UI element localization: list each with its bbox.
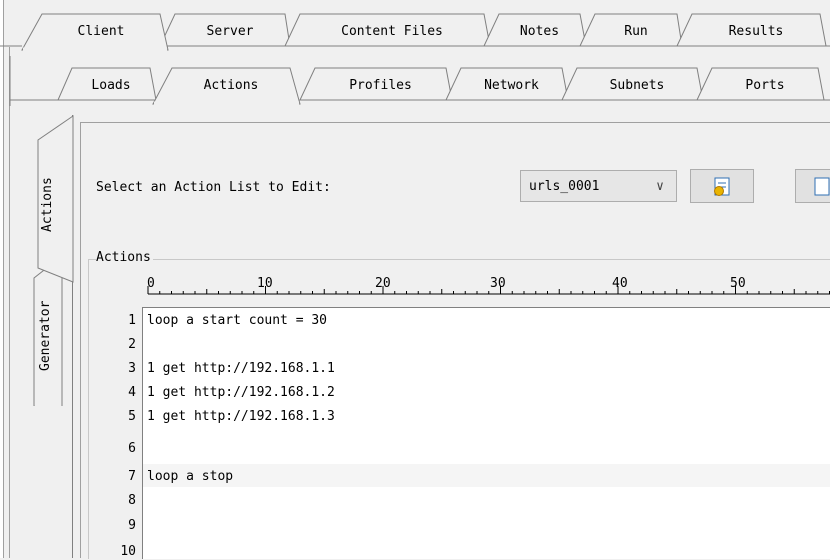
line-number: 9 <box>128 518 136 533</box>
ruler-label-40: 40 <box>612 276 628 291</box>
line-number: 8 <box>128 493 136 508</box>
new-action-list-button[interactable] <box>690 169 754 203</box>
select-action-list-label: Select an Action List to Edit: <box>96 180 331 195</box>
tab-network[interactable]: Network <box>461 68 562 102</box>
tab-subnets[interactable]: Subnets <box>577 68 697 102</box>
second-tab-row: Loads Actions Profiles Network Subnets P… <box>0 56 830 106</box>
chevron-down-icon: ∨ <box>656 178 664 194</box>
tab-content-files[interactable]: Content Files <box>300 14 484 48</box>
line-number: 5 <box>128 409 136 424</box>
new-action-list-icon <box>714 177 730 196</box>
line-number: 2 <box>128 337 136 352</box>
code-line[interactable]: 1 get http://192.168.1.1 <box>147 360 335 377</box>
tab-server[interactable]: Server <box>175 14 285 48</box>
tab-client[interactable]: Client <box>42 14 160 48</box>
line-number: 1 <box>128 313 136 328</box>
actions-group-label: Actions <box>96 250 153 265</box>
tab-results[interactable]: Results <box>692 14 820 48</box>
tab-notes[interactable]: Notes <box>499 14 580 48</box>
current-line-highlight <box>143 464 830 487</box>
tab-run[interactable]: Run <box>595 14 677 48</box>
line-number: 10 <box>120 544 136 559</box>
line-number: 7 <box>128 469 136 484</box>
action-editor[interactable] <box>142 307 830 559</box>
content-frame-left-2 <box>80 122 81 558</box>
edit-list-button[interactable] <box>795 169 830 203</box>
code-line[interactable]: 1 get http://192.168.1.3 <box>147 408 335 425</box>
content-frame-top <box>80 122 830 123</box>
ruler-label-30: 30 <box>490 276 506 291</box>
side-tab-strip: Actions Generator <box>10 106 74 558</box>
code-line[interactable]: 1 get http://192.168.1.2 <box>147 384 335 401</box>
ruler-label-0: 0 <box>147 276 155 291</box>
top-tab-row: Client Server Content Files Notes Run Re… <box>0 0 830 56</box>
tab-loads[interactable]: Loads <box>72 68 150 102</box>
action-list-dropdown[interactable]: urls_0001 ∨ <box>520 170 677 202</box>
tab-ports[interactable]: Ports <box>712 68 818 102</box>
line-number: 6 <box>128 441 136 456</box>
side-tab-generator[interactable]: Generator <box>38 286 53 386</box>
line-number: 3 <box>128 361 136 376</box>
edit-list-icon <box>814 177 830 196</box>
ruler-label-20: 20 <box>375 276 391 291</box>
code-line[interactable]: loop a stop <box>147 468 233 485</box>
side-tab-actions[interactable]: Actions <box>40 150 55 260</box>
action-list-dropdown-value: urls_0001 <box>529 178 600 194</box>
tab-actions[interactable]: Actions <box>172 68 290 102</box>
line-number: 4 <box>128 385 136 400</box>
ruler-label-10: 10 <box>257 276 273 291</box>
tab-profiles[interactable]: Profiles <box>315 68 446 102</box>
ruler-label-50: 50 <box>730 276 746 291</box>
column-ruler <box>140 272 830 310</box>
code-line[interactable]: loop a start count = 30 <box>147 312 327 329</box>
